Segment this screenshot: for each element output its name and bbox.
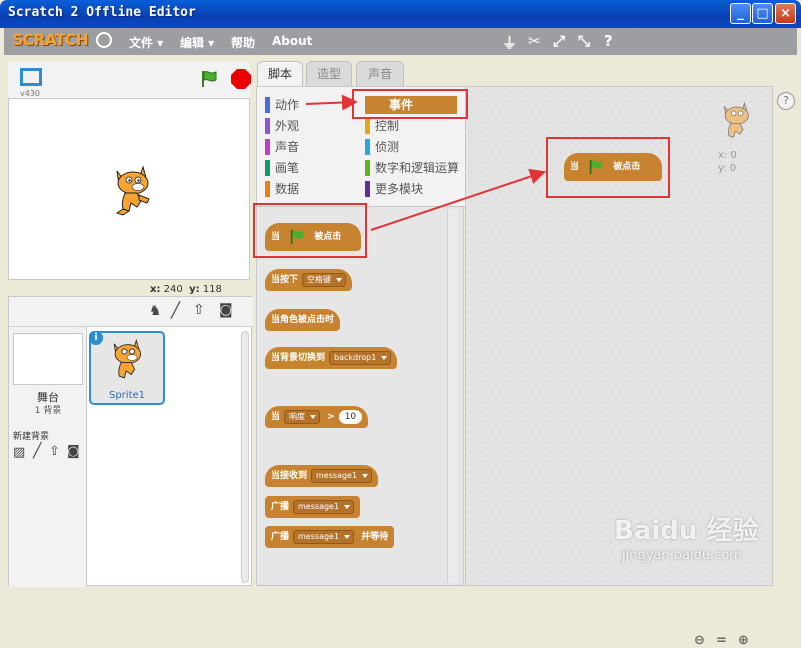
annotation-arrows — [305, 94, 546, 231]
zoom-reset-icon[interactable]: = — [716, 633, 727, 648]
zoom-out-icon[interactable]: ⊖ — [694, 633, 705, 648]
watermark-logo: Baidu 经验 — [614, 516, 759, 546]
watermark-url: jingyan.baidu.com — [622, 548, 742, 563]
zoom-in-icon[interactable]: ⊕ — [738, 633, 749, 648]
